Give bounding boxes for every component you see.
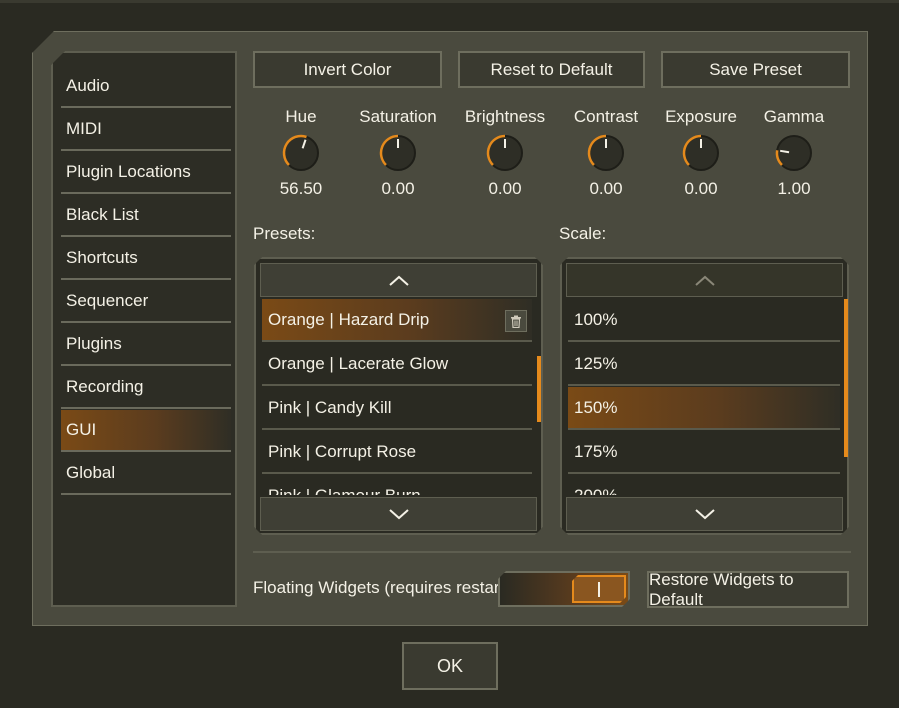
scale-item-label: 175% [574,441,618,461]
sidebar-item-label: Global [66,463,116,482]
knob-value: 0.00 [589,179,623,198]
knob-value: 56.50 [279,179,323,198]
knob-brightness: Brightness 0.00 [455,104,555,200]
saturation-knob[interactable] [378,133,418,173]
knob-label: Exposure [665,107,737,126]
presets-scrollbar[interactable] [537,356,541,422]
knob-indicator [780,149,790,154]
sidebar-item-black-list[interactable]: Black List [61,195,231,237]
sidebar-item-gui[interactable]: GUI [61,410,231,452]
preset-item-label: Pink | Corrupt Rose [268,441,417,461]
sidebar-item-label: GUI [66,420,97,439]
sidebar-item-global[interactable]: Global [61,453,231,495]
sidebar-item-label: Recording [66,377,144,396]
contrast-knob[interactable] [586,133,626,173]
scale-item-100[interactable]: 100% [568,299,840,342]
restore-widgets-button[interactable]: Restore Widgets to Default [647,570,849,609]
sidebar-item-shortcuts[interactable]: Shortcuts [61,238,231,280]
brightness-knob[interactable] [485,133,525,173]
preset-item-orange-hazard-drip[interactable]: Orange | Hazard Drip [262,299,532,342]
presets-scroll-up-button[interactable] [260,263,537,297]
preset-item-label: Orange | Hazard Drip [268,309,430,329]
toggle-thumb [572,575,626,603]
sidebar-item-label: Black List [66,205,139,224]
sidebar-item-midi[interactable]: MIDI [61,109,231,151]
scale-item-200[interactable]: 200% [568,475,840,495]
preset-item-label: Orange | Lacerate Glow [268,353,449,373]
invert-color-button[interactable]: Invert Color [253,51,442,88]
presets-label: Presets: [253,224,316,243]
preset-item-label: Pink | Glamour Burn [268,485,421,495]
preset-item-pink-candy-kill[interactable]: Pink | Candy Kill [262,387,532,430]
knob-value: 0.00 [488,179,522,198]
knob-label: Hue [285,107,317,126]
preset-item-pink-corrupt-rose[interactable]: Pink | Corrupt Rose [262,431,532,474]
preset-item-orange-lacerate-glow[interactable]: Orange | Lacerate Glow [262,343,532,386]
scale-scrollbar[interactable] [844,299,848,457]
ok-button[interactable]: OK [402,642,498,690]
scale-item-label: 150% [574,397,618,417]
scale-item-label: 200% [574,485,618,495]
sidebar-item-plugins[interactable]: Plugins [61,324,231,366]
presets-scroll-down-button[interactable] [260,497,537,531]
chevron-down-icon [694,508,716,520]
chevron-up-icon [694,274,716,286]
knob-hue: Hue 56.50 [251,104,351,200]
scale-item-150[interactable]: 150% [568,387,840,430]
exposure-knob[interactable] [681,133,721,173]
scale-scroll-down-button[interactable] [566,497,843,531]
scale-item-175[interactable]: 175% [568,431,840,474]
knob-label: Contrast [573,107,639,126]
sidebar-item-label: Audio [66,76,110,95]
sidebar-item-label: Sequencer [66,291,149,310]
sidebar-item-label: Shortcuts [66,248,138,267]
knob-value: 1.00 [777,179,811,198]
scale-item-label: 125% [574,353,618,373]
knob-exposure: Exposure 0.00 [651,104,751,200]
hue-knob[interactable] [281,133,321,173]
preset-item-pink-glamour-burn[interactable]: Pink | Glamour Burn [262,475,532,495]
sidebar-item-sequencer[interactable]: Sequencer [61,281,231,323]
scale-item-label: 100% [574,309,618,329]
presets-viewport: Orange | Hazard Drip Orange | Lacerate G… [262,299,532,495]
sidebar-item-plugin-locations[interactable]: Plugin Locations [61,152,231,194]
sidebar-item-label: Plugin Locations [66,162,191,181]
knob-value: 0.00 [684,179,718,198]
floating-widgets-toggle[interactable] [498,571,630,607]
settings-sidebar: Audio MIDI Plugin Locations Black List S… [51,51,237,607]
sidebar-item-recording[interactable]: Recording [61,367,231,409]
floating-widgets-label: Floating Widgets (requires restart): [253,578,515,597]
trash-icon [510,315,522,328]
section-divider [253,551,851,553]
scale-label: Scale: [559,224,607,243]
save-preset-button[interactable]: Save Preset [661,51,850,88]
gamma-knob[interactable] [774,133,814,173]
chevron-down-icon [388,508,410,520]
knob-gamma: Gamma 1.00 [744,104,844,200]
knob-label: Saturation [359,107,437,126]
preset-item-label: Pink | Candy Kill [268,397,392,417]
scale-item-125[interactable]: 125% [568,343,840,386]
sidebar-item-label: MIDI [66,119,102,138]
knob-label: Gamma [763,107,825,126]
reset-to-default-button[interactable]: Reset to Default [458,51,645,88]
presets-list: Orange | Hazard Drip Orange | Lacerate G… [254,257,543,535]
window-top-border [0,0,899,3]
knob-label: Brightness [464,107,546,126]
scale-scroll-up-button[interactable] [566,263,843,297]
knob-saturation: Saturation 0.00 [348,104,448,200]
knob-value: 0.00 [381,179,415,198]
sidebar-item-audio[interactable]: Audio [61,66,231,108]
chevron-up-icon [388,274,410,286]
sidebar-item-label: Plugins [66,334,122,353]
delete-preset-button[interactable] [505,310,527,332]
knob-contrast: Contrast 0.00 [556,104,656,200]
scale-list: 100% 125% 150% 175% 200% [560,257,849,535]
scale-viewport: 100% 125% 150% 175% 200% [568,299,840,495]
